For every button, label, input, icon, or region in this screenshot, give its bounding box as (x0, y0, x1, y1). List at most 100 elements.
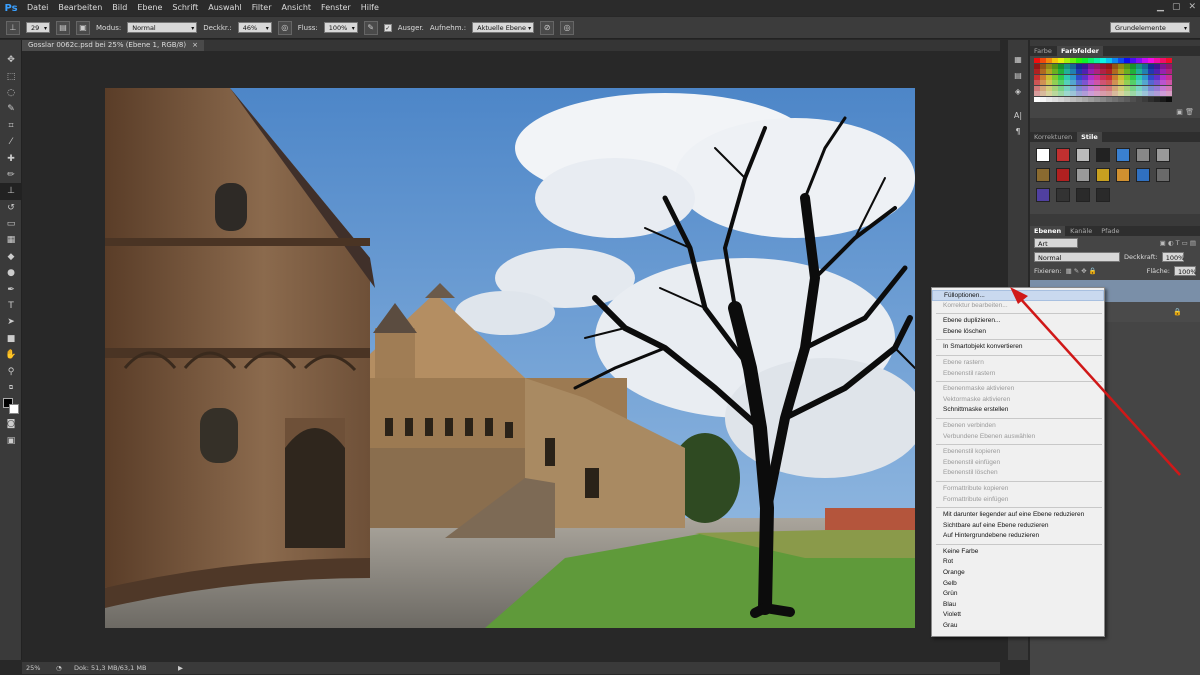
style-preset[interactable] (1156, 168, 1170, 182)
color-swatch[interactable] (1046, 85, 1052, 91)
eraser-tool-icon[interactable]: ▭ (0, 216, 22, 232)
color-swatch[interactable] (1148, 58, 1154, 63)
dodge-tool-icon[interactable]: ● (0, 265, 22, 281)
color-swatch[interactable] (1040, 85, 1046, 91)
color-swatch[interactable] (1100, 85, 1106, 91)
menu-filter[interactable]: Filter (247, 0, 277, 16)
color-swatch[interactable] (1088, 85, 1094, 91)
aligned-checkbox[interactable]: ✓ (383, 23, 392, 32)
color-swatch[interactable] (1052, 96, 1058, 102)
color-swatch[interactable] (1094, 85, 1100, 91)
color-swatch[interactable] (1148, 85, 1154, 91)
color-swatch[interactable] (1034, 80, 1040, 85)
color-swatch[interactable] (1136, 63, 1142, 69)
color-swatch[interactable] (1142, 85, 1148, 91)
minimize-icon[interactable]: ▁ (1157, 2, 1164, 12)
document-canvas-image[interactable] (105, 88, 915, 628)
menu-item[interactable]: Orange (932, 568, 1104, 579)
quick-selection-tool-icon[interactable]: ✎ (0, 101, 22, 117)
color-swatch[interactable] (1148, 96, 1154, 102)
menu-fenster[interactable]: Fenster (316, 0, 356, 16)
color-swatch[interactable] (1148, 69, 1154, 74)
color-swatch[interactable] (1154, 69, 1160, 74)
background-color-swatch[interactable] (9, 404, 19, 415)
color-swatch[interactable] (1124, 69, 1130, 74)
healing-brush-tool-icon[interactable]: ✚ (0, 150, 22, 166)
paragraph-panel-icon[interactable]: ¶ (1008, 124, 1028, 140)
hand-tool-icon[interactable]: ✋ (0, 347, 22, 363)
type-tool-icon[interactable]: T (0, 298, 22, 314)
color-swatch[interactable] (1064, 80, 1070, 85)
color-swatch[interactable] (1040, 63, 1046, 69)
color-swatch[interactable] (1154, 85, 1160, 91)
color-swatch[interactable] (1058, 85, 1064, 91)
color-swatch[interactable] (1118, 80, 1124, 85)
color-swatch[interactable] (1130, 80, 1136, 85)
color-swatch[interactable] (1142, 69, 1148, 74)
color-swatch[interactable] (1166, 74, 1172, 80)
color-swatch[interactable] (1070, 63, 1076, 69)
menu-item[interactable]: In Smartobjekt konvertieren (932, 342, 1104, 353)
color-swatch[interactable] (1058, 91, 1064, 96)
zoom-tool-icon[interactable]: ⚲ (0, 363, 22, 379)
color-swatch[interactable] (1052, 69, 1058, 74)
menu-item[interactable]: Grün (932, 589, 1104, 600)
color-swatch[interactable] (1058, 69, 1064, 74)
opacity-field[interactable]: 46% (237, 22, 272, 34)
style-preset[interactable] (1156, 148, 1170, 162)
color-swatch[interactable] (1034, 91, 1040, 96)
color-swatch[interactable] (1166, 91, 1172, 96)
color-swatch[interactable] (1052, 91, 1058, 96)
color-swatch[interactable] (1118, 63, 1124, 69)
color-swatch[interactable] (1094, 96, 1100, 102)
color-swatch[interactable] (1052, 80, 1058, 85)
gradient-tool-icon[interactable]: ▦ (0, 232, 22, 248)
color-swatch[interactable] (1124, 58, 1130, 63)
brush-tool-icon[interactable]: ✏ (0, 167, 22, 183)
style-preset[interactable] (1056, 168, 1070, 182)
color-swatch[interactable] (1034, 63, 1040, 69)
shape-tool-icon[interactable]: ■ (0, 331, 22, 347)
mode-select[interactable]: Normal (127, 22, 198, 34)
color-swatch[interactable] (1070, 85, 1076, 91)
color-swatch[interactable] (1064, 91, 1070, 96)
color-swatch[interactable] (1112, 91, 1118, 96)
color-swatch[interactable] (1124, 85, 1130, 91)
eyedropper-tool-icon[interactable]: ⁄ (0, 134, 22, 150)
color-swatch[interactable] (1076, 63, 1082, 69)
style-preset[interactable] (1036, 168, 1050, 182)
color-swatch[interactable] (1112, 80, 1118, 85)
menu-ansicht[interactable]: Ansicht (277, 0, 317, 16)
menu-item[interactable]: Gelb (932, 579, 1104, 590)
color-swatch[interactable] (1112, 96, 1118, 102)
tab-farbe[interactable]: Farbe (1030, 46, 1056, 56)
color-swatch[interactable] (1088, 58, 1094, 63)
color-swatch[interactable] (1130, 96, 1136, 102)
color-swatch[interactable] (1100, 69, 1106, 74)
style-preset[interactable] (1116, 168, 1130, 182)
color-swatch[interactable] (1046, 58, 1052, 63)
screen-mode-icon[interactable]: ▣ (0, 433, 22, 449)
color-swatch[interactable] (1046, 80, 1052, 85)
swatch-panel-actions[interactable]: ▣ 🗑 (1176, 108, 1194, 116)
color-swatch[interactable] (1058, 58, 1064, 63)
color-swatch[interactable] (1154, 96, 1160, 102)
color-swatch[interactable] (1034, 85, 1040, 91)
color-swatch[interactable] (1076, 80, 1082, 85)
style-preset[interactable] (1136, 168, 1150, 182)
tab-korrekturen[interactable]: Korrekturen (1030, 132, 1076, 142)
status-info-icon[interactable]: ◔ (56, 664, 68, 672)
color-swatch[interactable] (1154, 63, 1160, 69)
clone-source-icon[interactable]: ▣ (76, 20, 90, 35)
color-swatch[interactable] (1070, 69, 1076, 74)
menu-item[interactable]: Fülloptionen... (932, 290, 1104, 301)
layer-filter-select[interactable]: Art (1034, 238, 1078, 248)
pressure-size-icon[interactable]: ◎ (560, 20, 575, 35)
color-swatch[interactable] (1088, 63, 1094, 69)
color-swatch[interactable] (1124, 74, 1130, 80)
color-swatch[interactable] (1082, 96, 1088, 102)
clone-source-panel-icon[interactable]: ◈ (1008, 84, 1028, 100)
zoom-level[interactable]: 25% (22, 664, 56, 672)
color-swatch[interactable] (1136, 85, 1142, 91)
color-swatch[interactable] (1160, 74, 1166, 80)
